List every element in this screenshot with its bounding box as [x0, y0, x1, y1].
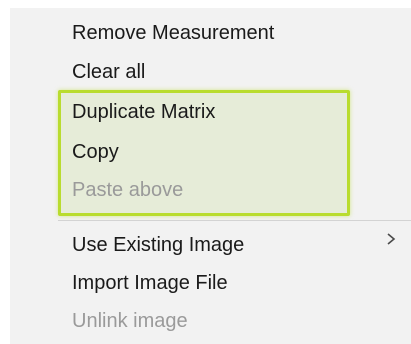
menu-item-clear-all[interactable]: Clear all: [72, 56, 145, 88]
menu-item-copy[interactable]: Copy: [72, 136, 119, 168]
menu-item-use-existing-image[interactable]: Use Existing Image: [72, 229, 244, 261]
menu-item-import-image-file[interactable]: Import Image File: [72, 267, 228, 299]
menu-item-paste-above: Paste above: [72, 179, 184, 201]
menu-item-duplicate-matrix[interactable]: Duplicate Matrix: [72, 96, 215, 128]
chevron-right-icon: [387, 233, 396, 245]
menu-item-remove-measurement[interactable]: Remove Measurement: [72, 17, 274, 49]
menu-item-unlink-image: Unlink image: [72, 310, 188, 332]
menu-separator: [58, 220, 411, 221]
context-menu: Remove Measurement Clear all Duplicate M…: [10, 8, 411, 344]
